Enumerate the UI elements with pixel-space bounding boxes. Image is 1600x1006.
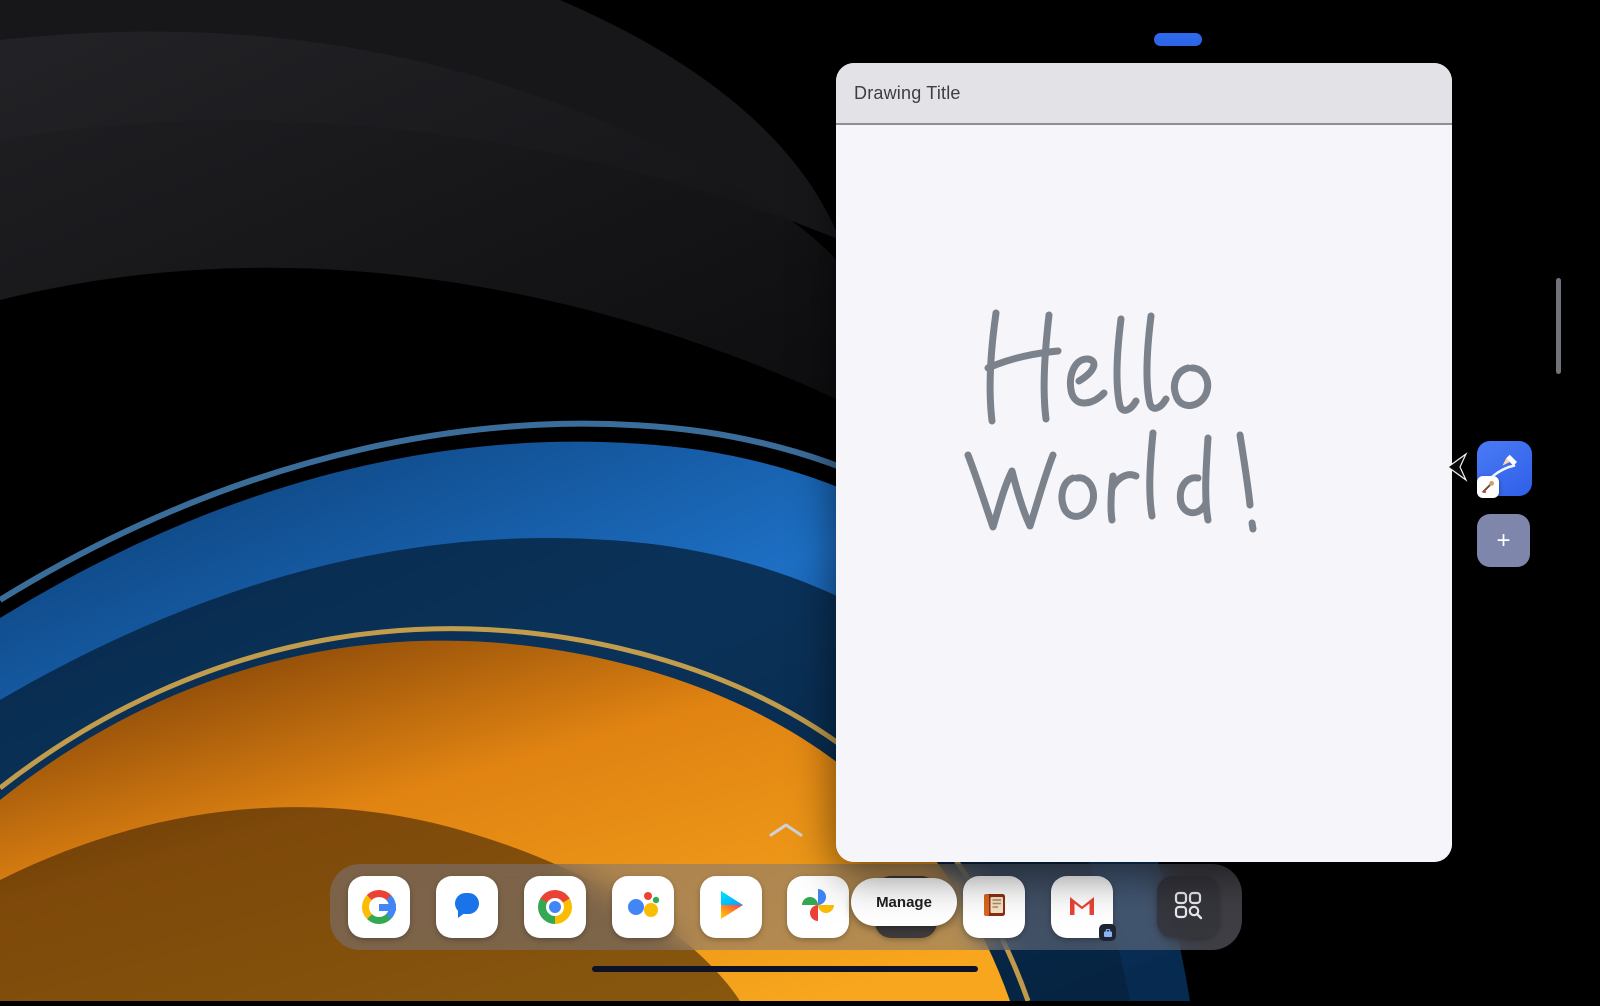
plus-label: + [1496, 527, 1510, 555]
dock-icon-photos[interactable] [787, 876, 849, 938]
home-indicator[interactable] [592, 966, 978, 972]
window-title: Drawing Title [854, 83, 961, 104]
window-drag-handle[interactable] [1154, 33, 1202, 46]
drawing-app-window: Drawing Title [836, 63, 1452, 862]
dock: Manage [330, 864, 1242, 950]
dock-icon-messages[interactable] [436, 876, 498, 938]
dock-icon-assistant[interactable] [612, 876, 674, 938]
play-store-icon [714, 888, 748, 927]
edge-scrollbar[interactable] [1556, 278, 1561, 374]
drawing-canvas[interactable] [836, 125, 1452, 862]
floating-add-button[interactable]: + [1477, 514, 1530, 567]
chrome-icon [538, 890, 572, 924]
gmail-icon [1065, 888, 1099, 927]
dock-icon-gmail[interactable] [1051, 876, 1113, 938]
dock-expand-chevron[interactable] [768, 822, 804, 841]
dock-icon-dictionary[interactable] [963, 876, 1025, 938]
drawing-mini-thumbnail [1477, 476, 1499, 498]
assistant-dots-icon [625, 888, 661, 927]
dock-icon-play-store[interactable] [700, 876, 762, 938]
google-g-icon [362, 890, 396, 924]
dock-icon-google[interactable] [348, 876, 410, 938]
photos-pinwheel-icon [801, 888, 835, 927]
book-icon [977, 888, 1011, 927]
handwriting-hello-world [836, 125, 1452, 862]
dock-icon-app-drawer-search[interactable] [1157, 876, 1219, 938]
work-profile-badge-icon [1099, 924, 1116, 941]
window-title-bar[interactable]: Drawing Title [836, 63, 1452, 125]
dock-icon-chrome[interactable] [524, 876, 586, 938]
manage-button[interactable]: Manage [851, 878, 957, 926]
messages-bubble-icon [450, 888, 484, 927]
app-grid-search-icon [1170, 887, 1206, 928]
